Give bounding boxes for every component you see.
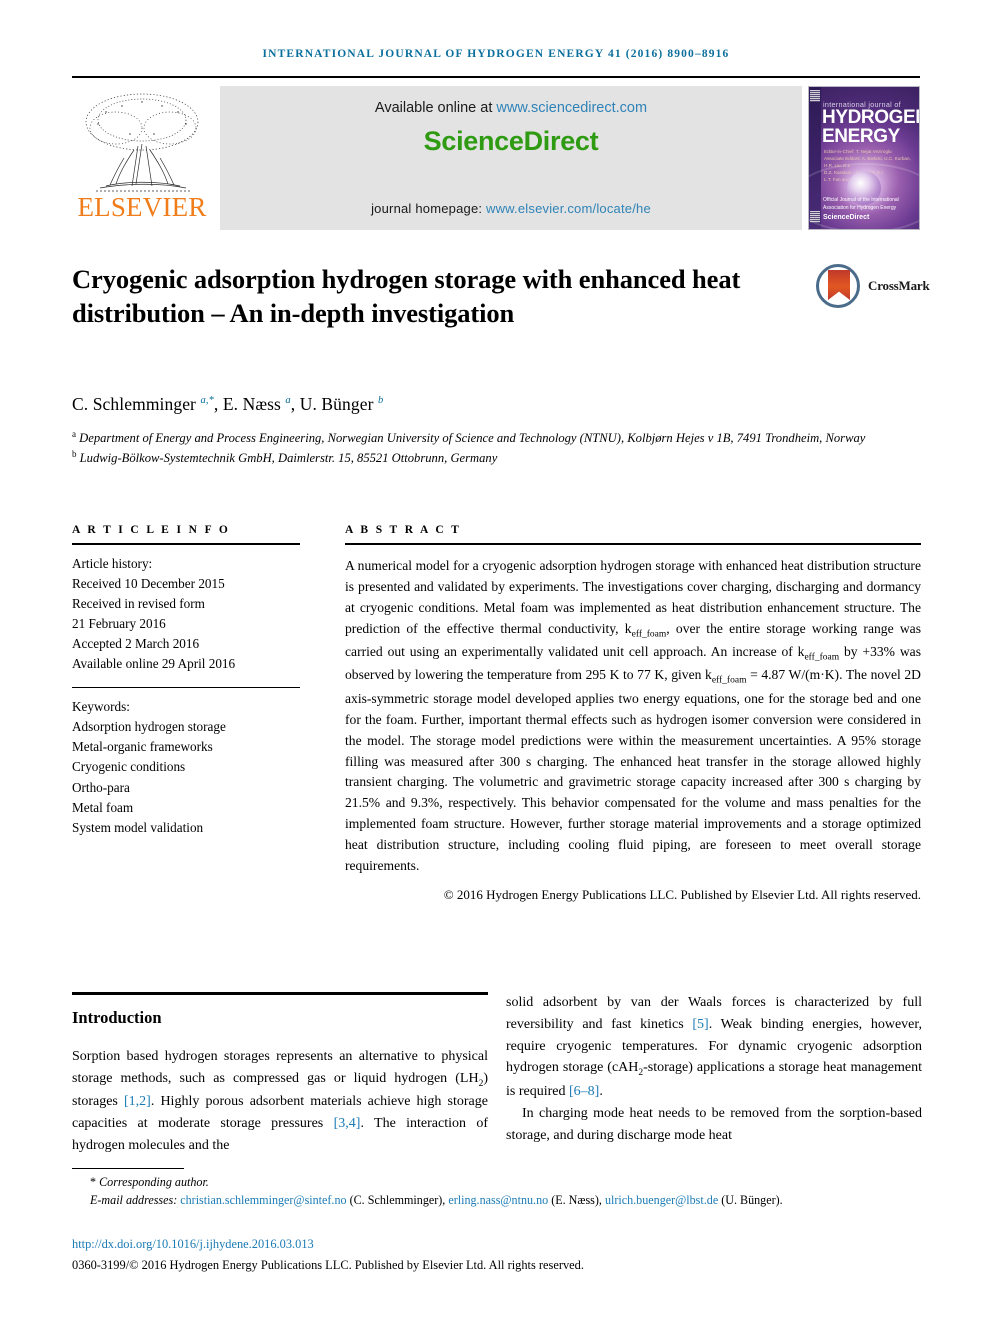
intro-paragraph-2: In charging mode heat needs to be remove… [506, 1105, 922, 1143]
intro-paragraph-1: Sorption based hydrogen storages represe… [72, 1049, 488, 1154]
cover-sciencedirect-mark: ScienceDirect [823, 213, 870, 221]
journal-homepage-prefix: journal homepage: [371, 201, 486, 216]
article-history-block: Article history: Received 10 December 20… [72, 545, 300, 674]
sciencedirect-band: Available online at www.sciencedirect.co… [220, 86, 802, 230]
available-online-line: Available online at www.sciencedirect.co… [220, 100, 802, 116]
corresponding-author-note: * Corresponding author. [72, 1174, 920, 1192]
crossmark-ribbon-icon [828, 270, 850, 300]
author-list: C. Schlemminger a,*, E. Næss a, U. Bünge… [72, 394, 384, 414]
body-divider [72, 992, 488, 995]
email-owner-3: (U. Bünger). [718, 1192, 783, 1207]
email-owner-1: (C. Schlemminger), [346, 1192, 449, 1207]
history-item: Received 10 December 2015 [72, 575, 225, 591]
history-item: Available online 29 April 2016 [72, 655, 236, 671]
abstract-column: A B S T R A C T A numerical model for a … [345, 524, 921, 903]
elsevier-logo: ELSEVIER [72, 86, 212, 230]
affiliation-a-marker: a [72, 429, 76, 439]
keyword-item: Metal-organic frameworks [72, 739, 213, 755]
corresponding-author-marker: * [90, 1175, 97, 1189]
journal-cover-thumbnail[interactable]: international journal of HYDROGEN ENERGY… [808, 86, 920, 230]
cover-footer-note: Official Journal of the International As… [823, 196, 915, 223]
email-owner-2: (E. Næss), [548, 1192, 605, 1207]
footnote-divider [72, 1168, 184, 1170]
abstract-body: A numerical model for a cryogenic adsorp… [345, 545, 921, 877]
sciencedirect-wordmark[interactable]: ScienceDirect [220, 126, 802, 157]
affiliation-a: a Department of Energy and Process Engin… [72, 428, 872, 448]
article-title: Cryogenic adsorption hydrogen storage wi… [72, 264, 741, 329]
keyword-item: Adsorption hydrogen storage [72, 719, 226, 735]
elsevier-wordmark: ELSEVIER [77, 192, 207, 222]
introduction-heading: Introduction [72, 1008, 162, 1027]
header-divider [72, 76, 920, 78]
article-first-page: International Journal of Hydrogen Energy… [0, 0, 992, 1323]
footnote-block: * Corresponding author. E-mail addresses… [72, 1174, 920, 1209]
email-addresses-note: E-mail addresses: christian.schlemminger… [72, 1192, 920, 1210]
abstract-heading: A B S T R A C T [345, 524, 462, 536]
affiliation-a-text: Department of Energy and Process Enginee… [79, 431, 866, 446]
corresponding-author-text: Corresponding author. [99, 1175, 209, 1189]
keyword-item: Ortho-para [72, 779, 130, 795]
cover-barcode-top-icon [810, 90, 820, 102]
body-column-right: solid adsorbent by van der Waals forces … [506, 992, 922, 1147]
keywords-label: Keywords: [72, 699, 130, 715]
cover-title-line2: ENERGY [822, 126, 900, 147]
history-item: 21 February 2016 [72, 615, 166, 631]
crossmark-circle-icon [816, 264, 860, 308]
keyword-item: Metal foam [72, 799, 134, 815]
journal-homepage-link[interactable]: www.elsevier.com/locate/he [486, 201, 651, 216]
keywords-block: Keywords: Adsorption hydrogen storage Me… [72, 688, 300, 837]
journal-masthead: ELSEVIER Available online at www.science… [72, 86, 920, 230]
crossmark-badge[interactable]: CrossMark [816, 264, 930, 314]
keyword-item: System model validation [72, 819, 204, 835]
article-info-column: A R T I C L E I N F O Article history: R… [72, 524, 300, 838]
cover-title-line1: HYDROGEN [822, 107, 920, 128]
affiliation-b-marker: b [72, 449, 77, 460]
history-item: Accepted 2 March 2016 [72, 635, 200, 651]
affiliation-list: a Department of Energy and Process Engin… [72, 428, 872, 469]
title-block: Cryogenic adsorption hydrogen storage wi… [72, 262, 772, 331]
journal-homepage-line: journal homepage: www.elsevier.com/locat… [220, 201, 802, 216]
email-link-1[interactable]: christian.schlemminger@sintef.no [180, 1193, 346, 1207]
affiliation-b: b Ludwig-Bölkow-Systemtechnik GmbH, Daim… [72, 448, 872, 468]
crossmark-label: CrossMark [868, 278, 930, 293]
doi-link[interactable]: http://dx.doi.org/10.1016/j.ijhydene.201… [72, 1237, 314, 1252]
abstract-copyright: © 2016 Hydrogen Energy Publications LLC.… [443, 887, 921, 903]
history-item: Received in revised form [72, 595, 205, 611]
issn-copyright-line: 0360-3199/© 2016 Hydrogen Energy Publica… [72, 1258, 584, 1272]
article-history-label: Article history: [72, 555, 153, 571]
available-online-prefix: Available online at [374, 100, 497, 116]
email-link-2[interactable]: erling.nass@ntnu.no [448, 1193, 548, 1207]
email-addresses-label: E-mail addresses: [90, 1192, 181, 1207]
running-head: International Journal of Hydrogen Energy… [262, 48, 730, 60]
body-column-left: Sorption based hydrogen storages represe… [72, 1046, 488, 1157]
elsevier-tree-icon [76, 88, 208, 198]
article-info-heading: A R T I C L E I N F O [72, 524, 231, 536]
intro-paragraph-1-cont: solid adsorbent by van der Waals forces … [506, 995, 922, 1100]
keyword-item: Cryogenic conditions [72, 759, 186, 775]
abstract-text: A numerical model for a cryogenic adsorp… [345, 558, 922, 874]
email-link-3[interactable]: ulrich.buenger@lbst.de [605, 1193, 718, 1207]
sciencedirect-url-link[interactable]: www.sciencedirect.com [496, 100, 647, 116]
cover-association-text: Official Journal of the International As… [823, 196, 899, 211]
affiliation-b-text: Ludwig-Bölkow-Systemtechnik GmbH, Daimle… [79, 451, 498, 466]
